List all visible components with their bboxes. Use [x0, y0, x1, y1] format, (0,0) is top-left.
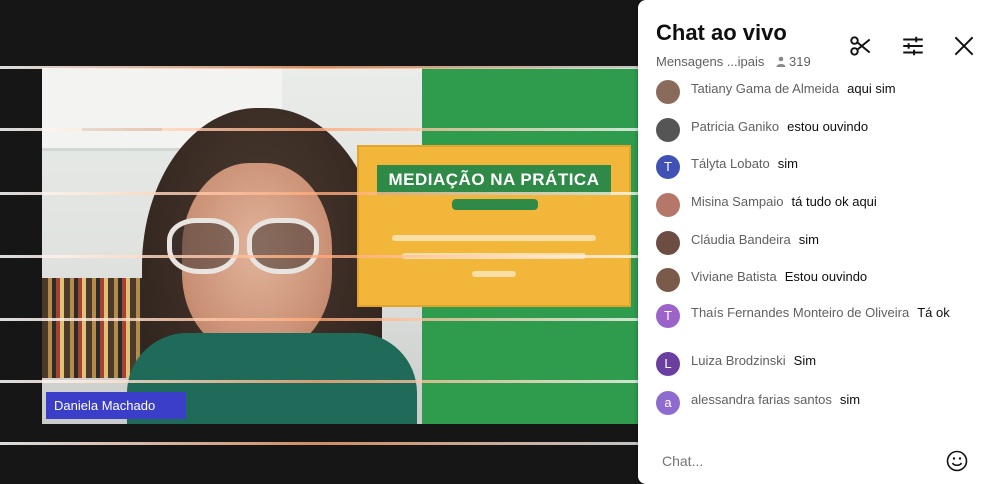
message-author[interactable]: Tatiany Gama de Almeida [691, 81, 839, 96]
message-text: Estou ouvindo [784, 269, 868, 284]
chat-subheader: Mensagens ...ipais 319 [656, 54, 811, 69]
avatar [656, 80, 680, 104]
message-body: Thaís Fernandes Monteiro de Oliveira Tá o… [691, 304, 967, 322]
emoji-icon[interactable] [945, 449, 969, 473]
video-player[interactable]: MEDIAÇÃO NA PRÁTICA Daniela Machado [0, 0, 640, 484]
slide-subtitle-bar [452, 199, 538, 210]
message-text: estou ouvindo [787, 119, 869, 134]
message-author[interactable]: alessandra farias santos [691, 392, 832, 407]
message-author[interactable]: Tályta Lobato [691, 156, 770, 171]
message-text: sim [839, 392, 861, 407]
chat-input[interactable] [660, 448, 924, 474]
chat-input-bar [638, 438, 984, 484]
message-body: Patricia Ganiko estou ouvindo [691, 118, 967, 136]
viewers-icon [776, 56, 786, 67]
scanline [0, 255, 640, 258]
scanline [0, 318, 640, 321]
message-body: Cláudia Bandeira sim [691, 231, 967, 249]
message-author[interactable]: Cláudia Bandeira [691, 232, 791, 247]
message-body: Viviane Batista Estou ouvindo [691, 268, 967, 286]
message-body: Misina Sampaio tá tudo ok aqui [691, 193, 967, 211]
glasses-right [247, 218, 319, 274]
avatar: L [656, 352, 680, 376]
message-text: Tá ok [917, 305, 950, 320]
message-author[interactable]: Misina Sampaio [691, 194, 784, 209]
viewer-count: 319 [789, 54, 811, 69]
message-body: Tatiany Gama de Almeida aqui sim [691, 80, 967, 98]
message-author[interactable]: Viviane Batista [691, 269, 777, 284]
message-author[interactable]: Patricia Ganiko [691, 119, 779, 134]
avatar [656, 231, 680, 255]
scanline [0, 442, 640, 445]
scanline [0, 128, 640, 131]
message-text: Sim [793, 353, 817, 368]
slide-title: MEDIAÇÃO NA PRÁTICA [377, 165, 611, 195]
message-text: sim [777, 156, 798, 171]
live-chat-panel: Chat ao vivo Mensagens ...ipais 319 Tati [638, 0, 984, 484]
slide-text-line [392, 235, 596, 241]
scanline [0, 66, 640, 69]
message-text: tá tudo ok aqui [791, 194, 877, 209]
avatar: T [656, 155, 680, 179]
avatar: a [656, 391, 680, 415]
message-author[interactable]: Thaís Fernandes Monteiro de Oliveira [691, 305, 909, 320]
chat-mode-selector[interactable]: Mensagens ...ipais [656, 54, 764, 69]
scissors-icon[interactable] [848, 33, 874, 59]
sliders-icon[interactable] [900, 33, 926, 59]
avatar [656, 118, 680, 142]
presentation-slide: MEDIAÇÃO NA PRÁTICA [357, 145, 631, 307]
scanline [0, 380, 640, 383]
avatar [656, 193, 680, 217]
chat-messages[interactable]: Tatiany Gama de Almeida aqui sim Patricia… [638, 78, 984, 428]
chat-header: Chat ao vivo Mensagens ...ipais 319 [638, 0, 984, 78]
avatar: T [656, 304, 680, 328]
message-body: Luiza Brodzinski Sim [691, 352, 967, 370]
message-body: alessandra farias santos sim [691, 391, 967, 409]
message-author[interactable]: Luiza Brodzinski [691, 353, 786, 368]
close-icon[interactable] [951, 33, 977, 59]
presenter-name-tag: Daniela Machado [46, 392, 186, 419]
avatar [656, 268, 680, 292]
slide-text-line [472, 271, 516, 277]
scanline [0, 192, 640, 195]
chat-title: Chat ao vivo [656, 20, 787, 45]
message-body: Tályta Lobato sim [691, 155, 967, 173]
message-text: sim [798, 232, 819, 247]
video-frame: MEDIAÇÃO NA PRÁTICA Daniela Machado [42, 68, 640, 424]
message-text: aqui sim [847, 81, 896, 96]
glasses-left [167, 218, 239, 274]
